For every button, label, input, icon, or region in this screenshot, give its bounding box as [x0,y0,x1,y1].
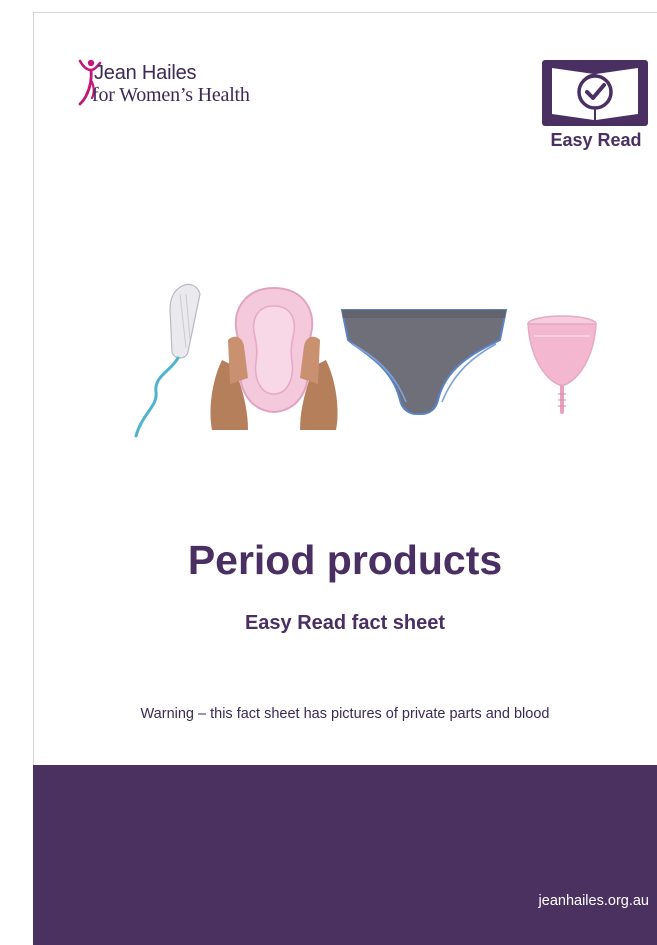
easy-read-label: Easy Read [550,130,642,150]
period-underwear-icon [340,309,508,415]
jean-hailes-logo: Jean Hailes for Women’s Health [78,58,318,110]
easy-read-badge: Easy Read [540,58,652,158]
fact-sheet-cover: Jean Hailes for Women’s Health Easy Read [0,0,657,945]
logo-line-1: Jean Hailes [94,62,197,84]
logo-line-2: for Women’s Health [92,84,250,106]
content-warning: Warning – this fact sheet has pictures o… [140,706,550,722]
tampon-icon [134,283,201,438]
period-products-illustration [134,283,597,438]
pad-icon [210,286,338,430]
page-subtitle: Easy Read fact sheet [244,612,446,634]
website-link[interactable]: jeanhailes.org.au [539,893,649,909]
page-title: Period products [187,537,503,583]
book-check-icon [542,60,648,126]
footer-band: jeanhailes.org.au [33,765,657,945]
menstrual-cup-icon [527,315,597,414]
